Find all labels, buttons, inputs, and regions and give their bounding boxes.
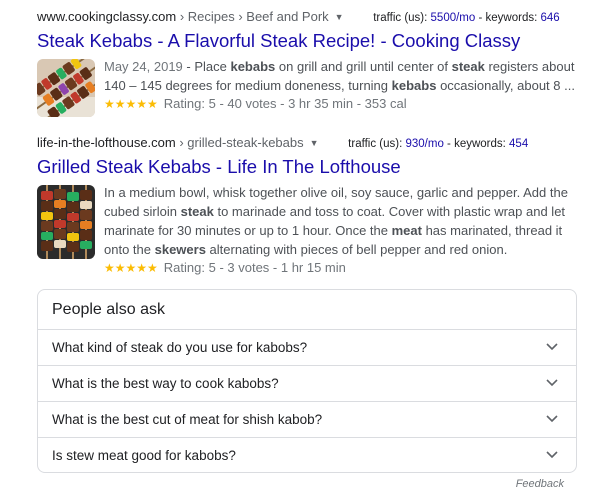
paa-question-text: What is the best way to cook kabobs? — [52, 376, 279, 391]
result-url-host[interactable]: www.cookingclassy.com — [37, 9, 176, 24]
result-breadcrumb: › grilled-steak-kebabs — [175, 135, 304, 150]
snippet-highlight: steak — [180, 204, 214, 219]
traffic-info: traffic (us): 5500/mo - keywords: 646 — [373, 9, 559, 27]
result-title-link[interactable]: Grilled Steak Kebabs - Life In The Lofth… — [37, 155, 587, 179]
snippet-text: - Place — [182, 59, 231, 74]
result-date: May 24, 2019 — [104, 59, 183, 74]
people-also-ask-panel: People also ask What kind of steak do yo… — [37, 289, 577, 473]
paa-title: People also ask — [52, 301, 165, 318]
search-result-lofthouse: life-in-the-lofthouse.com › grilled-stea… — [37, 134, 587, 277]
feedback-link[interactable]: Feedback — [516, 478, 564, 490]
keywords-label: - keywords: — [443, 138, 510, 150]
result-thumbnail[interactable] — [37, 59, 95, 117]
result-url-host[interactable]: life-in-the-lofthouse.com — [37, 135, 176, 150]
snippet-highlight: skewers — [154, 242, 206, 257]
snippet-highlight: steak — [451, 59, 485, 74]
result-body: In a medium bowl, whisk together olive o… — [37, 183, 587, 277]
paa-question[interactable]: What is the best way to cook kabobs? — [38, 365, 576, 402]
keywords-value[interactable]: 454 — [509, 138, 528, 150]
traffic-value[interactable]: 5500/mo — [431, 12, 476, 24]
result-breadcrumb: › Recipes › Beef and Pork — [176, 9, 329, 24]
snippet-text: on grill and grill until center of — [275, 59, 452, 74]
paa-question-text: Is stew meat good for kabobs? — [52, 448, 236, 463]
chevron-down-icon — [546, 379, 558, 387]
star-rating-icon: ★★★★★ — [104, 261, 158, 275]
result-snippet: May 24, 2019 - Place kebabs on grill and… — [104, 57, 584, 95]
skewers-photo-icon — [37, 185, 95, 259]
result-body: May 24, 2019 - Place kebabs on grill and… — [37, 57, 587, 117]
search-result-cookingclassy: www.cookingclassy.com › Recipes › Beef a… — [37, 8, 587, 117]
kebab-photo-icon — [37, 59, 95, 117]
traffic-value[interactable]: 930/mo — [405, 138, 443, 150]
result-url-line: www.cookingclassy.com › Recipes › Beef a… — [37, 8, 587, 27]
keywords-label: - keywords: — [475, 12, 541, 24]
chevron-down-icon[interactable]: ▼ — [310, 134, 319, 152]
chevron-down-icon[interactable]: ▼ — [335, 8, 344, 26]
paa-question-text: What is the best cut of meat for shish k… — [52, 412, 323, 427]
result-rating: ★★★★★ Rating: 5 - 40 votes - 3 hr 35 min … — [104, 95, 587, 113]
rating-text: Rating: 5 - 40 votes - 3 hr 35 min - 353… — [163, 96, 407, 111]
snippet-text: alternating with pieces of bell pepper a… — [205, 242, 508, 257]
snippet-highlight: kebabs — [391, 78, 437, 93]
result-title-link[interactable]: Steak Kebabs - A Flavorful Steak Recipe!… — [37, 29, 587, 53]
traffic-info: traffic (us): 930/mo - keywords: 454 — [348, 135, 528, 153]
keywords-value[interactable]: 646 — [540, 12, 559, 24]
chevron-down-icon — [546, 343, 558, 351]
traffic-label: traffic (us): — [348, 138, 406, 150]
rating-text: Rating: 5 - 3 votes - 1 hr 15 min — [163, 260, 346, 275]
chevron-down-icon — [546, 415, 558, 423]
paa-question-text: What kind of steak do you use for kabobs… — [52, 340, 308, 355]
snippet-text: occasionally, about 8 ... — [436, 78, 575, 93]
chevron-down-icon — [546, 451, 558, 459]
snippet-highlight: kebabs — [230, 59, 276, 74]
result-rating: ★★★★★ Rating: 5 - 3 votes - 1 hr 15 min — [104, 259, 587, 277]
paa-question[interactable]: What kind of steak do you use for kabobs… — [38, 329, 576, 366]
paa-question[interactable]: What is the best cut of meat for shish k… — [38, 401, 576, 438]
result-snippet: In a medium bowl, whisk together olive o… — [104, 183, 584, 259]
star-rating-icon: ★★★★★ — [104, 97, 158, 111]
snippet-highlight: meat — [391, 223, 422, 238]
paa-question[interactable]: Is stew meat good for kabobs? — [38, 437, 576, 474]
result-thumbnail[interactable] — [37, 185, 95, 259]
result-url-line: life-in-the-lofthouse.com › grilled-stea… — [37, 134, 587, 153]
traffic-label: traffic (us): — [373, 12, 431, 24]
